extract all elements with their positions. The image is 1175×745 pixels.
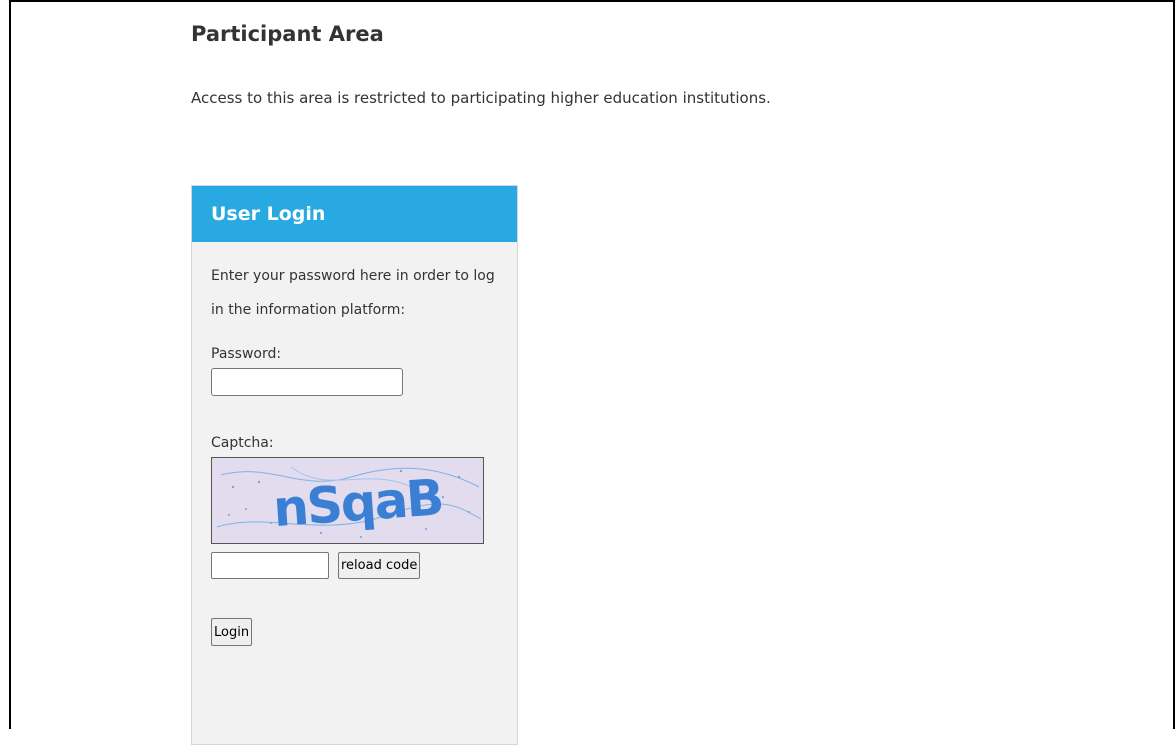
captcha-image: nSqaB [211,457,484,544]
content-frame [9,0,1175,729]
login-panel-body: Enter your password here in order to log… [192,242,517,646]
login-instructions: Enter your password here in order to log… [211,268,495,318]
captcha-label: Captcha: [211,435,274,451]
login-button[interactable]: Login [211,618,253,646]
captcha-input-row: reload code [211,552,498,579]
login-panel: User Login Enter your password here in o… [191,185,518,745]
page-title: Participant Area [191,22,384,46]
reload-code-button[interactable]: reload code [338,552,421,579]
password-label: Password: [211,346,282,362]
intro-text: Access to this area is restricted to par… [191,89,771,107]
password-input[interactable] [211,368,403,396]
login-panel-header: User Login [192,186,517,242]
captcha-text: nSqaB [271,468,444,538]
captcha-input[interactable] [211,552,329,579]
